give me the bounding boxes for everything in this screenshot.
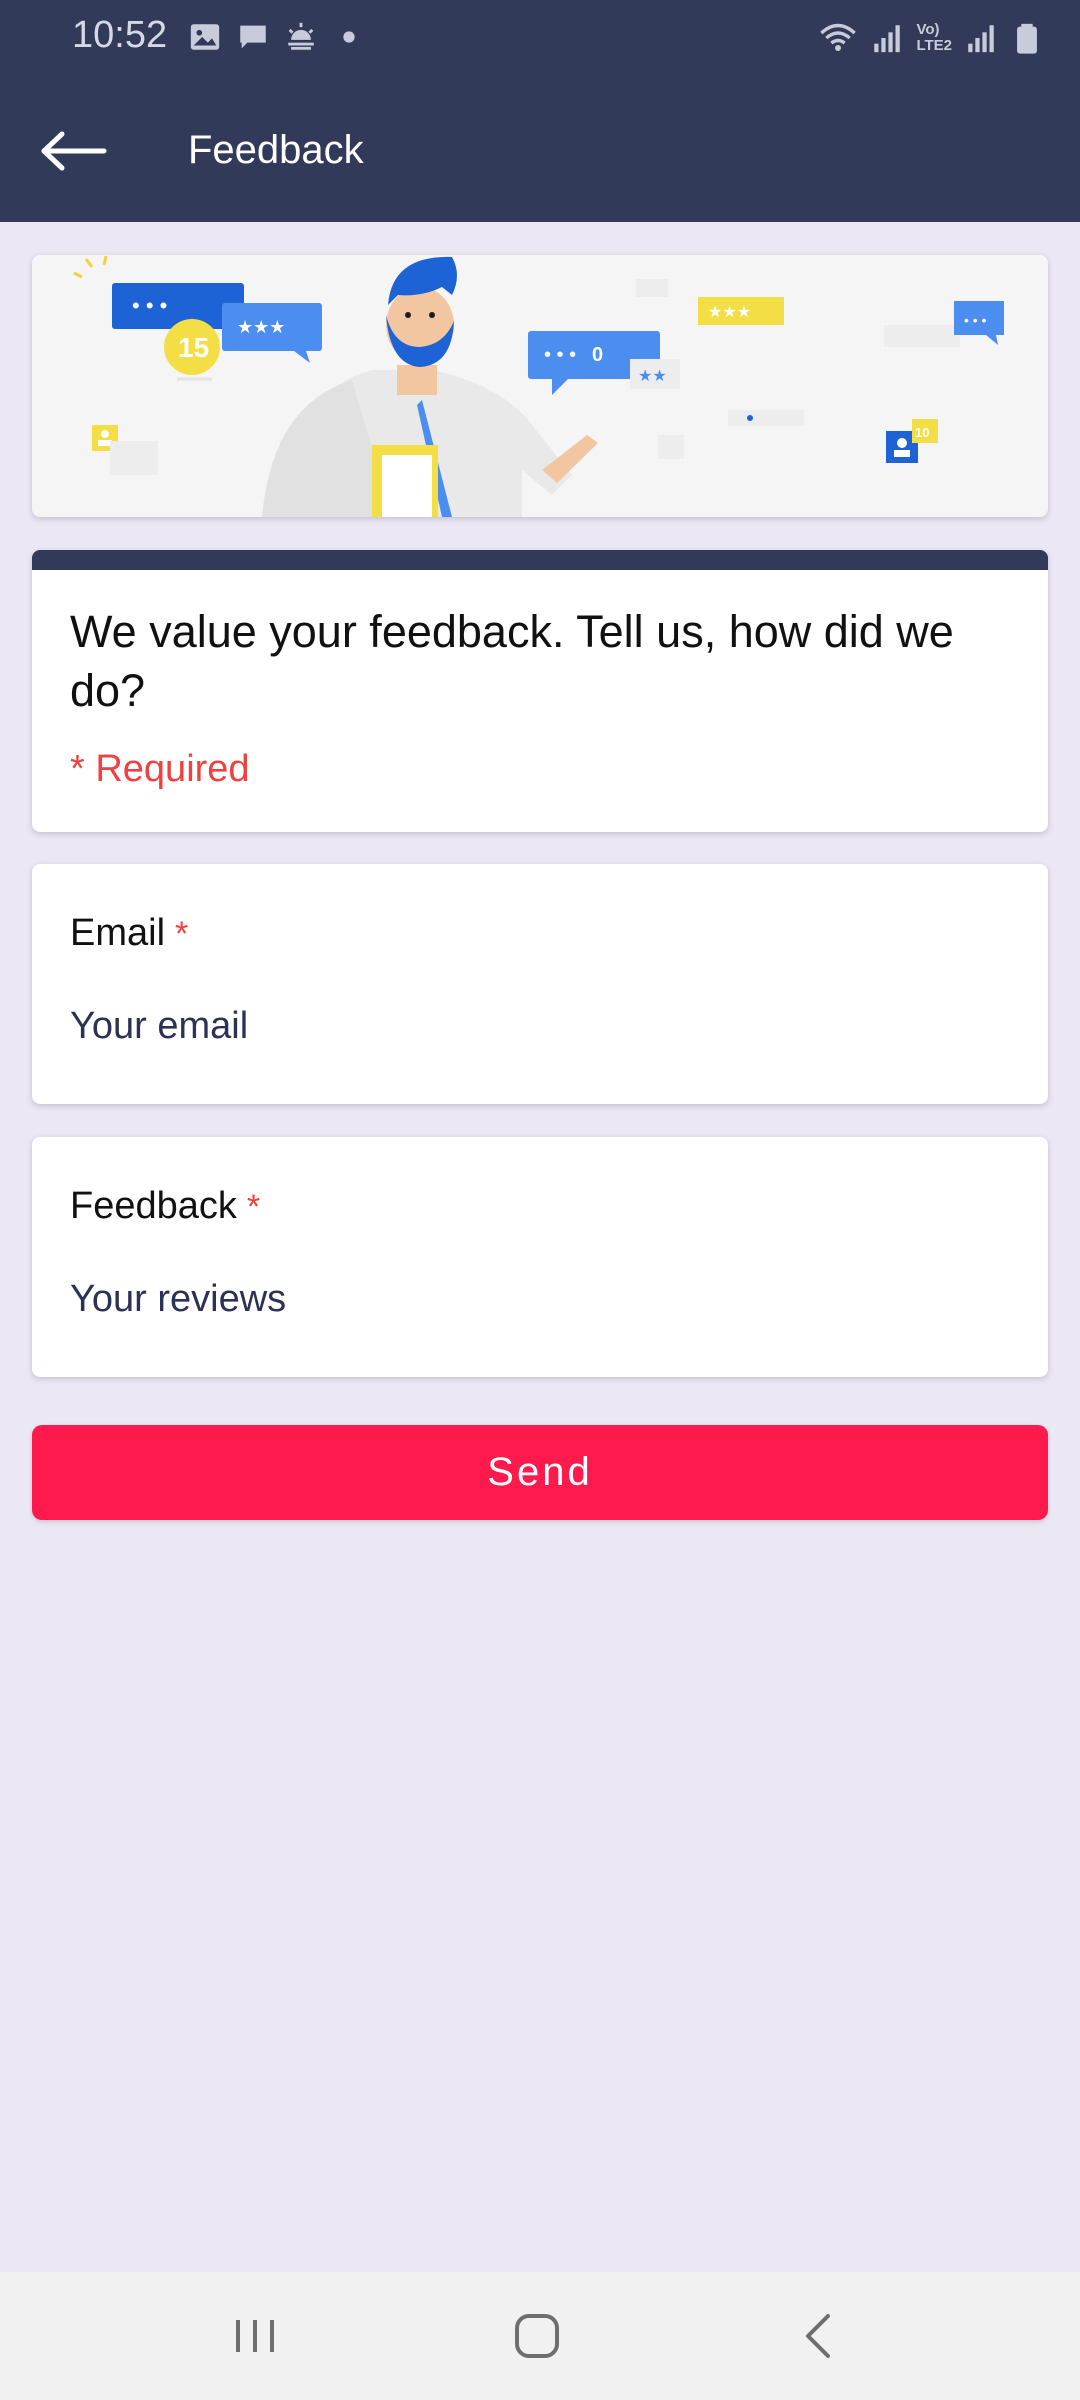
email-field-card: Email *	[32, 864, 1048, 1104]
required-note: * Required	[70, 748, 250, 790]
send-button[interactable]: Send	[32, 1425, 1048, 1520]
bubble-count: 0	[592, 344, 603, 366]
svg-text:• • •: • • •	[132, 293, 167, 318]
status-bar: 10:52 Vo) LTE2	[0, 0, 1080, 80]
wifi-icon	[820, 23, 857, 51]
feedback-input[interactable]	[70, 1269, 1000, 1329]
svg-text:★★★: ★★★	[237, 317, 285, 337]
status-time: 10:52	[72, 14, 168, 56]
svg-text:★★: ★★	[638, 368, 667, 385]
weather-icon	[288, 22, 314, 50]
intro-accent-bar	[32, 550, 1048, 570]
recent-apps-icon[interactable]	[220, 2304, 290, 2368]
lte2-label: LTE2	[916, 37, 952, 54]
volte-lte2-icon: Vo) LTE2	[916, 22, 952, 54]
email-field[interactable]	[70, 996, 1000, 1056]
dot-icon	[343, 31, 355, 43]
volte-label: Vo)	[916, 21, 940, 38]
email-label: Email *	[70, 912, 188, 955]
gallery-icon	[190, 24, 220, 50]
back-icon[interactable]	[784, 2304, 854, 2368]
feedback-field-card: Feedback *	[32, 1137, 1048, 1377]
required-star: *	[246, 1188, 261, 1226]
arrow-left-icon[interactable]	[34, 116, 114, 186]
signal-icon	[874, 25, 901, 53]
feedback-banner: • • • ★★★ 15 • • • 0 ★★ ★★★ • • • 10	[32, 255, 1048, 517]
app-bar: Feedback	[0, 80, 1080, 222]
status-icons-right: Vo) LTE2	[818, 18, 1044, 58]
feedback-label: Feedback *	[70, 1185, 260, 1228]
svg-text:• • •: • • •	[964, 312, 987, 328]
signal-icon	[968, 25, 994, 53]
feedback-label-text: Feedback	[70, 1185, 237, 1227]
message-icon	[240, 25, 266, 49]
status-icons-left	[188, 20, 366, 54]
home-icon[interactable]	[502, 2304, 572, 2368]
svg-text:★★★: ★★★	[708, 304, 751, 321]
required-star: *	[175, 915, 189, 953]
small-badge: 10	[915, 425, 929, 440]
battery-icon	[1017, 23, 1037, 54]
form-intro-card: We value your feedback. Tell us, how did…	[32, 550, 1048, 832]
page-title: Feedback	[188, 128, 364, 172]
form-heading: We value your feedback. Tell us, how did…	[70, 606, 954, 716]
badge-number: 15	[178, 332, 209, 363]
svg-text:• • •: • • •	[544, 344, 576, 366]
email-label-text: Email	[70, 912, 166, 954]
system-nav-bar	[0, 2272, 1080, 2400]
feedback-illustration: • • • ★★★ 15 • • • 0 ★★ ★★★ • • • 10	[73, 255, 1004, 517]
